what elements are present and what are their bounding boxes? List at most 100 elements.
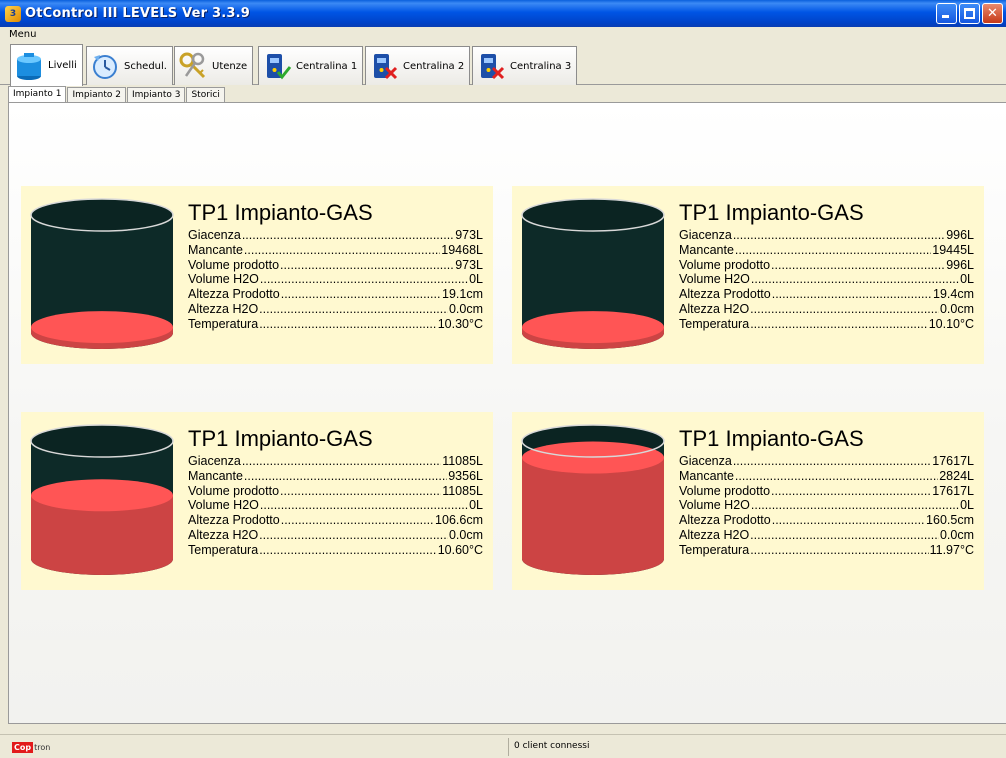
reading-row: Giacenza 973L xyxy=(188,228,483,243)
dot-leader xyxy=(751,272,959,287)
reading-label: Volume H2O xyxy=(188,272,259,287)
reading-row: Giacenza 17617L xyxy=(679,454,974,469)
dot-leader xyxy=(750,543,928,558)
title-bar[interactable]: 3 OtControl III LEVELS Ver 3.3.9 ✕ xyxy=(0,0,1006,27)
tank-readings: Giacenza996LMancante19445LVolume prodott… xyxy=(679,228,974,332)
subtab-impianto-2[interactable]: Impianto 2 xyxy=(67,87,126,103)
reading-value: 19.4cm xyxy=(933,287,974,302)
tank-card[interactable]: TP1 Impianto-GAS Giacenza 996L Mancante 194… xyxy=(512,186,984,364)
reading-label: Giacenza xyxy=(188,454,241,468)
reading-label: Mancante xyxy=(188,242,243,257)
logo-text-red: Cop xyxy=(12,741,34,753)
tab-centralina-3[interactable]: Centralina 3 xyxy=(472,46,578,85)
tank-card[interactable]: TP1 Impianto-GAS Giacenza 11085L Mancante 9… xyxy=(21,412,493,590)
subtab-impianto-1[interactable]: Impianto 1 xyxy=(8,86,67,103)
tab-centralina-1[interactable]: Centralina 1 xyxy=(258,46,364,85)
close-button[interactable]: ✕ xyxy=(982,3,1003,24)
logo-text: tron xyxy=(34,742,51,752)
reading-row: Volume prodotto 973L xyxy=(188,258,483,273)
reading-value: 996L xyxy=(946,257,974,272)
tab-centralina-2[interactable]: Centralina 2 xyxy=(365,46,471,85)
reading-value: 106.6cm xyxy=(435,513,483,528)
reading-label: Volume prodotto xyxy=(679,257,771,272)
dot-leader xyxy=(259,543,437,558)
reading-label: Temperatura xyxy=(188,542,259,557)
reading-label: Altezza H2O xyxy=(679,301,750,316)
reading-row: Altezza Prodotto 19.1cm xyxy=(188,287,483,302)
reading-label: Mancante xyxy=(188,468,243,483)
tank-graphic xyxy=(521,198,665,349)
dot-leader xyxy=(771,484,931,499)
controller-disconnected-icon xyxy=(369,51,399,81)
reading-value: 0.0cm xyxy=(939,527,974,542)
reading-value: 0L xyxy=(469,272,483,287)
status-bar: Cop tron 0 client connessi xyxy=(0,734,1006,758)
main-tabs: Livelli Schedul. Utenze Centralina 1 Cen… xyxy=(0,43,1006,86)
tab-livelli[interactable]: Livelli xyxy=(10,44,83,86)
reading-value: 0.0cm xyxy=(448,301,483,316)
dot-leader xyxy=(280,484,441,499)
reading-value: 10.60°C xyxy=(437,542,483,557)
reading-label: Giacenza xyxy=(679,454,732,468)
dot-leader xyxy=(750,302,939,317)
tank-title: TP1 Impianto-GAS xyxy=(679,426,864,451)
dot-leader xyxy=(242,228,454,243)
reading-label: Temperatura xyxy=(679,316,750,331)
reading-row: Mancante 2824L xyxy=(679,469,974,484)
dot-leader xyxy=(244,243,440,258)
window-title: OtControl III LEVELS Ver 3.3.9 xyxy=(25,6,250,21)
reading-value: 9356L xyxy=(448,468,483,483)
tank-card[interactable]: TP1 Impianto-GAS Giacenza 973L Mancante 194… xyxy=(21,186,493,364)
tank-card[interactable]: TP1 Impianto-GAS Giacenza 17617L Mancante 2… xyxy=(512,412,984,590)
reading-row: Altezza H2O 0.0cm xyxy=(188,302,483,317)
reading-row: Altezza H2O 0.0cm xyxy=(188,528,483,543)
subtabs: Impianto 1 Impianto 2 Impianto 3 Storici xyxy=(8,86,226,103)
reading-value: 996L xyxy=(946,228,974,242)
reading-row: Giacenza 996L xyxy=(679,228,974,243)
reading-value: 19.1cm xyxy=(442,287,483,302)
subtab-storici[interactable]: Storici xyxy=(186,87,225,103)
dot-leader xyxy=(281,513,434,528)
subtab-impianto-3[interactable]: Impianto 3 xyxy=(126,87,186,103)
reading-value: 0L xyxy=(960,498,974,513)
reading-label: Volume H2O xyxy=(679,272,750,287)
reading-row: Temperatura 11.97°C xyxy=(679,543,974,558)
status-text: 0 client connessi xyxy=(514,741,590,751)
tank-readings: Giacenza17617LMancante2824LVolume prodot… xyxy=(679,454,974,558)
reading-value: 19468L xyxy=(441,242,483,257)
reading-label: Giacenza xyxy=(188,228,241,242)
reading-label: Altezza Prodotto xyxy=(188,287,280,302)
reading-label: Altezza H2O xyxy=(188,527,259,542)
maximize-button[interactable] xyxy=(959,3,980,24)
reading-label: Giacenza xyxy=(679,228,732,242)
reading-value: 17617L xyxy=(932,483,974,498)
minimize-icon xyxy=(942,15,949,18)
tank-product-surface xyxy=(31,479,173,512)
reading-label: Mancante xyxy=(679,468,734,483)
reading-label: Mancante xyxy=(679,242,734,257)
minimize-button[interactable] xyxy=(936,3,957,24)
reading-label: Volume H2O xyxy=(679,498,750,513)
reading-row: Altezza Prodotto 106.6cm xyxy=(188,513,483,528)
tab-utenze[interactable]: Utenze xyxy=(174,46,254,85)
tab-label: Centralina 3 xyxy=(510,60,572,72)
menu-item-menu[interactable]: Menu xyxy=(9,29,36,40)
reading-row: Altezza Prodotto 160.5cm xyxy=(679,513,974,528)
reading-row: Volume prodotto 11085L xyxy=(188,484,483,499)
tank-graphic xyxy=(30,424,174,575)
close-icon: ✕ xyxy=(987,6,998,21)
dot-leader xyxy=(750,528,939,543)
tab-label: Livelli xyxy=(48,60,77,71)
reading-value: 973L xyxy=(455,257,483,272)
tank-graphic xyxy=(30,198,174,349)
reading-label: Temperatura xyxy=(679,542,750,557)
status-divider xyxy=(508,738,509,756)
tab-label: Centralina 2 xyxy=(403,60,465,72)
reading-row: Volume H2O 0L xyxy=(188,272,483,287)
tank-readings: Giacenza973LMancante19468LVolume prodott… xyxy=(188,228,483,332)
reading-row: Volume H2O 0L xyxy=(679,498,974,513)
tab-schedul[interactable]: Schedul. xyxy=(86,46,173,85)
dot-leader xyxy=(772,513,925,528)
reading-label: Altezza H2O xyxy=(188,301,259,316)
reading-label: Altezza Prodotto xyxy=(679,513,771,528)
